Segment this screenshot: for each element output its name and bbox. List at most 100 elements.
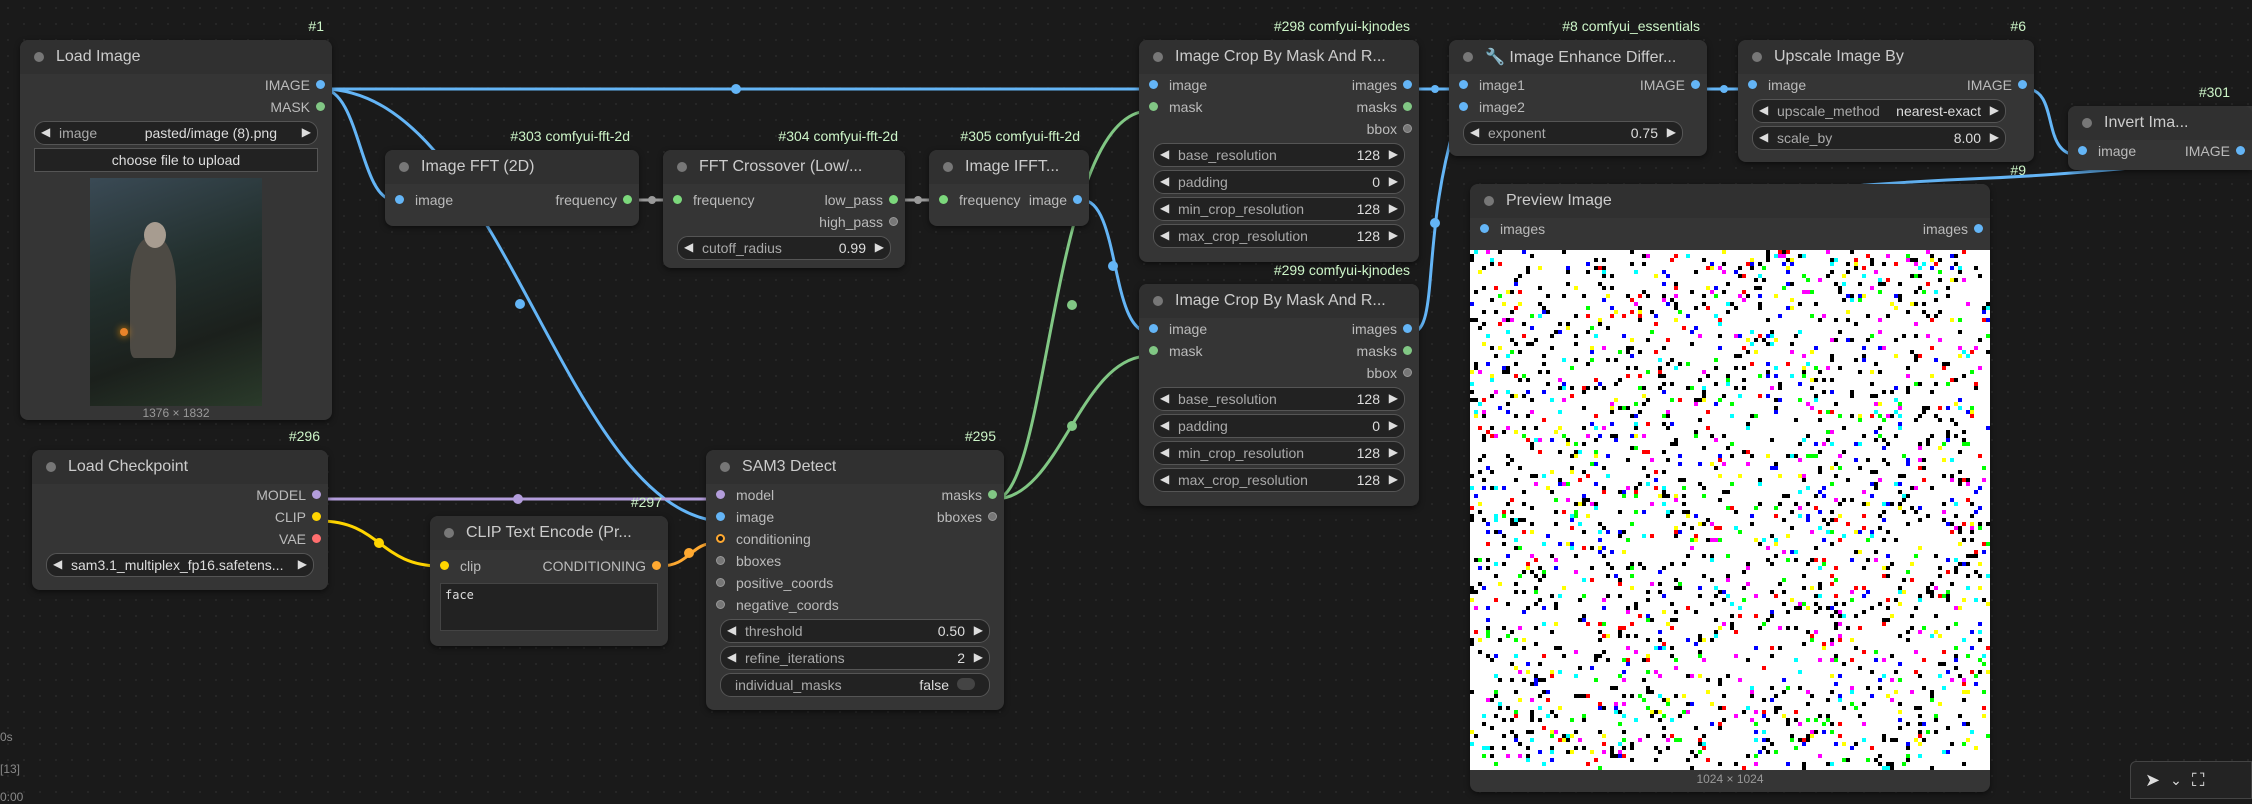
conditioning-input-socket[interactable]	[716, 534, 725, 543]
vae-output-socket[interactable]	[312, 534, 321, 543]
scale-by-widget[interactable]: ◀ scale_by 8.00 ▶	[1752, 126, 2006, 150]
arrow-right-icon[interactable]: ▶	[974, 623, 983, 637]
base-resolution-widget[interactable]: ◀ base_resolution 128 ▶	[1153, 387, 1405, 411]
images-input-socket[interactable]	[1480, 224, 1489, 233]
fft-crossover-node[interactable]: FFT Crossover (Low/... frequency low_pass…	[663, 150, 905, 268]
collapse-dot-icon[interactable]	[399, 162, 409, 172]
image2-input-socket[interactable]	[1459, 102, 1468, 111]
individual-masks-toggle[interactable]: individual_masks false	[720, 673, 990, 697]
load-image-node[interactable]: Load Image IMAGE MASK ◀ image pasted/image…	[20, 40, 332, 420]
arrow-left-icon[interactable]: ◀	[1160, 147, 1169, 161]
image-output-socket[interactable]	[1691, 80, 1700, 89]
arrow-left-icon[interactable]: ◀	[1160, 418, 1169, 432]
arrow-left-icon[interactable]: ◀	[1759, 130, 1768, 144]
image-ifft-node[interactable]: Image IFFT... frequency image	[929, 150, 1089, 226]
preview-image-node[interactable]: Preview Image images images 1024 × 1024	[1470, 184, 1990, 792]
arrow-right-icon[interactable]: ▶	[1389, 472, 1398, 486]
cutoff-radius-widget[interactable]: ◀ cutoff_radius 0.99 ▶	[677, 236, 891, 260]
image-output-socket[interactable]	[316, 80, 325, 89]
max-crop-resolution-widget[interactable]: ◀ max_crop_resolution 128 ▶	[1153, 224, 1405, 248]
bboxes-output-socket[interactable]	[988, 512, 997, 521]
image1-input-socket[interactable]	[1459, 80, 1468, 89]
image-combo-widget[interactable]: ◀ image pasted/image (8).png ▶	[34, 121, 318, 145]
negative-coords-input-socket[interactable]	[716, 600, 725, 609]
chevron-down-icon[interactable]: ⌄	[2170, 772, 2182, 789]
toggle-switch-icon[interactable]	[957, 678, 975, 690]
pointer-icon[interactable]: ➤	[2145, 770, 2160, 791]
arrow-right-icon[interactable]: ▶	[875, 240, 884, 254]
image-output-socket[interactable]	[1073, 195, 1082, 204]
clip-text-encode-node[interactable]: CLIP Text Encode (Pr... clip CONDITIONING…	[430, 516, 668, 646]
arrow-left-icon[interactable]: ◀	[1160, 201, 1169, 215]
arrow-right-icon[interactable]: ▶	[1389, 445, 1398, 459]
upscale-image-node[interactable]: Upscale Image By image IMAGE ◀ upscale_met…	[1738, 40, 2034, 162]
collapse-dot-icon[interactable]	[2082, 118, 2092, 128]
image-crop-node[interactable]: Image Crop By Mask And R... image images …	[1139, 40, 1419, 262]
image-output-socket[interactable]	[2236, 146, 2245, 155]
mask-output-socket[interactable]	[316, 102, 325, 111]
exponent-widget[interactable]: ◀ exponent 0.75 ▶	[1463, 121, 1683, 145]
high-pass-output-socket[interactable]	[889, 217, 898, 226]
image-output-socket[interactable]	[2018, 80, 2027, 89]
image-input-socket[interactable]	[716, 512, 725, 521]
arrow-right-icon[interactable]: ▶	[298, 557, 307, 571]
min-crop-resolution-widget[interactable]: ◀ min_crop_resolution 128 ▶	[1153, 441, 1405, 465]
image-input-socket[interactable]	[1149, 324, 1158, 333]
collapse-dot-icon[interactable]	[34, 52, 44, 62]
arrow-right-icon[interactable]: ▶	[1990, 103, 1999, 117]
prompt-textarea[interactable]: face	[440, 583, 658, 631]
collapse-dot-icon[interactable]	[1752, 52, 1762, 62]
base-resolution-widget[interactable]: ◀ base_resolution 128 ▶	[1153, 143, 1405, 167]
arrow-left-icon[interactable]: ◀	[1160, 445, 1169, 459]
masks-output-socket[interactable]	[1403, 346, 1412, 355]
images-output-socket[interactable]	[1974, 224, 1983, 233]
checkpoint-combo-widget[interactable]: ◀ sam3.1_multiplex_fp16.safetens... ▶	[46, 553, 314, 577]
image-enhance-node[interactable]: 🔧 Image Enhance Differ... image1 IMAGE im…	[1449, 40, 1707, 156]
arrow-left-icon[interactable]: ◀	[1160, 472, 1169, 486]
frequency-input-socket[interactable]	[673, 195, 682, 204]
model-output-socket[interactable]	[312, 490, 321, 499]
image-input-socket[interactable]	[1748, 80, 1757, 89]
model-input-socket[interactable]	[716, 490, 725, 499]
bbox-output-socket[interactable]	[1403, 124, 1412, 133]
arrow-left-icon[interactable]: ◀	[1160, 228, 1169, 242]
collapse-dot-icon[interactable]	[943, 162, 953, 172]
arrow-right-icon[interactable]: ▶	[1389, 174, 1398, 188]
frequency-input-socket[interactable]	[939, 195, 948, 204]
masks-output-socket[interactable]	[1403, 102, 1412, 111]
bbox-output-socket[interactable]	[1403, 368, 1412, 377]
collapse-dot-icon[interactable]	[444, 528, 454, 538]
arrow-left-icon[interactable]: ◀	[684, 240, 693, 254]
arrow-left-icon[interactable]: ◀	[1759, 103, 1768, 117]
max-crop-resolution-widget[interactable]: ◀ max_crop_resolution 128 ▶	[1153, 468, 1405, 492]
collapse-dot-icon[interactable]	[1153, 52, 1163, 62]
fit-view-icon[interactable]: ⛶	[2192, 770, 2205, 791]
low-pass-output-socket[interactable]	[889, 195, 898, 204]
bboxes-input-socket[interactable]	[716, 556, 725, 565]
arrow-left-icon[interactable]: ◀	[53, 557, 62, 571]
image-fft-node[interactable]: Image FFT (2D) image frequency	[385, 150, 639, 226]
upscale-method-widget[interactable]: ◀ upscale_method nearest-exact ▶	[1752, 99, 2006, 123]
arrow-right-icon[interactable]: ▶	[1389, 418, 1398, 432]
image-input-socket[interactable]	[1149, 80, 1158, 89]
padding-widget[interactable]: ◀ padding 0 ▶	[1153, 414, 1405, 438]
clip-output-socket[interactable]	[312, 512, 321, 521]
image-crop-node[interactable]: Image Crop By Mask And R... image images …	[1139, 284, 1419, 506]
arrow-left-icon[interactable]: ◀	[727, 650, 736, 664]
arrow-right-icon[interactable]: ▶	[974, 650, 983, 664]
arrow-right-icon[interactable]: ▶	[1389, 391, 1398, 405]
images-output-socket[interactable]	[1403, 324, 1412, 333]
collapse-dot-icon[interactable]	[720, 462, 730, 472]
frequency-output-socket[interactable]	[623, 195, 632, 204]
conditioning-output-socket[interactable]	[652, 561, 661, 570]
clip-input-socket[interactable]	[440, 561, 449, 570]
images-output-socket[interactable]	[1403, 80, 1412, 89]
upload-button[interactable]: choose file to upload	[34, 148, 318, 172]
arrow-right-icon[interactable]: ▶	[1990, 130, 1999, 144]
arrow-right-icon[interactable]: ▶	[302, 125, 311, 139]
min-crop-resolution-widget[interactable]: ◀ min_crop_resolution 128 ▶	[1153, 197, 1405, 221]
arrow-left-icon[interactable]: ◀	[1470, 125, 1479, 139]
collapse-dot-icon[interactable]	[46, 462, 56, 472]
arrow-right-icon[interactable]: ▶	[1667, 125, 1676, 139]
positive-coords-input-socket[interactable]	[716, 578, 725, 587]
